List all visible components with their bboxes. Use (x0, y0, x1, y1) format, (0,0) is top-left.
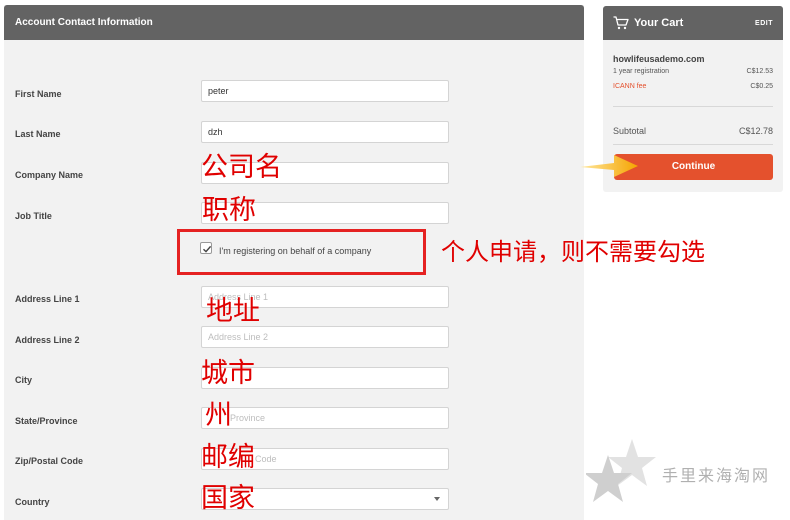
first-name-label: First Name (15, 89, 62, 99)
job-title-label: Job Title (15, 211, 52, 221)
last-name-input[interactable]: dzh (201, 121, 449, 143)
annotation-job-title: 职称 (202, 195, 256, 226)
icann-fee-label: ICANN fee (613, 83, 647, 90)
registration-price: C$12.53 (746, 68, 773, 75)
chevron-down-icon (434, 497, 440, 501)
cart-domain: howlifeusademo.com (613, 54, 705, 64)
city-label: City (15, 375, 33, 385)
annotation-zip: 邮编 (201, 442, 255, 473)
checkbox-highlight-box (177, 229, 426, 275)
subtotal-label: Subtotal (613, 126, 647, 136)
watermark-text: 手里来海淘网 (662, 466, 771, 485)
address-line-2-input[interactable]: Address Line 2 (201, 326, 449, 348)
shopping-cart-icon (613, 16, 629, 30)
annotation-checkbox-note: 个人申请，则不需要勾选 (441, 238, 705, 266)
watermark-star-icon (586, 439, 656, 502)
icann-fee-price: C$0.25 (750, 83, 773, 90)
arrow-icon (580, 155, 638, 177)
annotation-state: 州 (205, 400, 232, 431)
registration-label: 1 year registration (613, 68, 670, 75)
state-province-input[interactable]: Province (201, 407, 449, 429)
annotation-city: 城市 (201, 358, 255, 389)
cart-edit-link[interactable]: EDIT (755, 20, 773, 27)
first-name-input[interactable]: peter (201, 80, 449, 102)
address-line-2-label: Address Line 2 (15, 335, 80, 345)
address-line-1-label: Address Line 1 (15, 294, 80, 304)
cart-header: Your Cart EDIT (603, 6, 783, 40)
form-header: Account Contact Information (4, 5, 584, 40)
annotation-address: 地址 (206, 296, 260, 327)
subtotal-price: C$12.78 (738, 126, 773, 136)
last-name-label: Last Name (15, 129, 61, 139)
country-label: Country (15, 497, 50, 507)
form-title: Account Contact Information (15, 17, 153, 28)
company-name-label: Company Name (15, 170, 84, 180)
state-province-label: State/Province (15, 416, 78, 426)
zip-postal-code-label: Zip/Postal Code (15, 456, 84, 466)
cart-divider (613, 106, 773, 107)
cart-title: Your Cart (634, 17, 684, 29)
cart-divider-bottom (613, 144, 773, 145)
annotation-country: 国家 (201, 483, 255, 514)
annotation-company-name: 公司名 (201, 152, 282, 183)
